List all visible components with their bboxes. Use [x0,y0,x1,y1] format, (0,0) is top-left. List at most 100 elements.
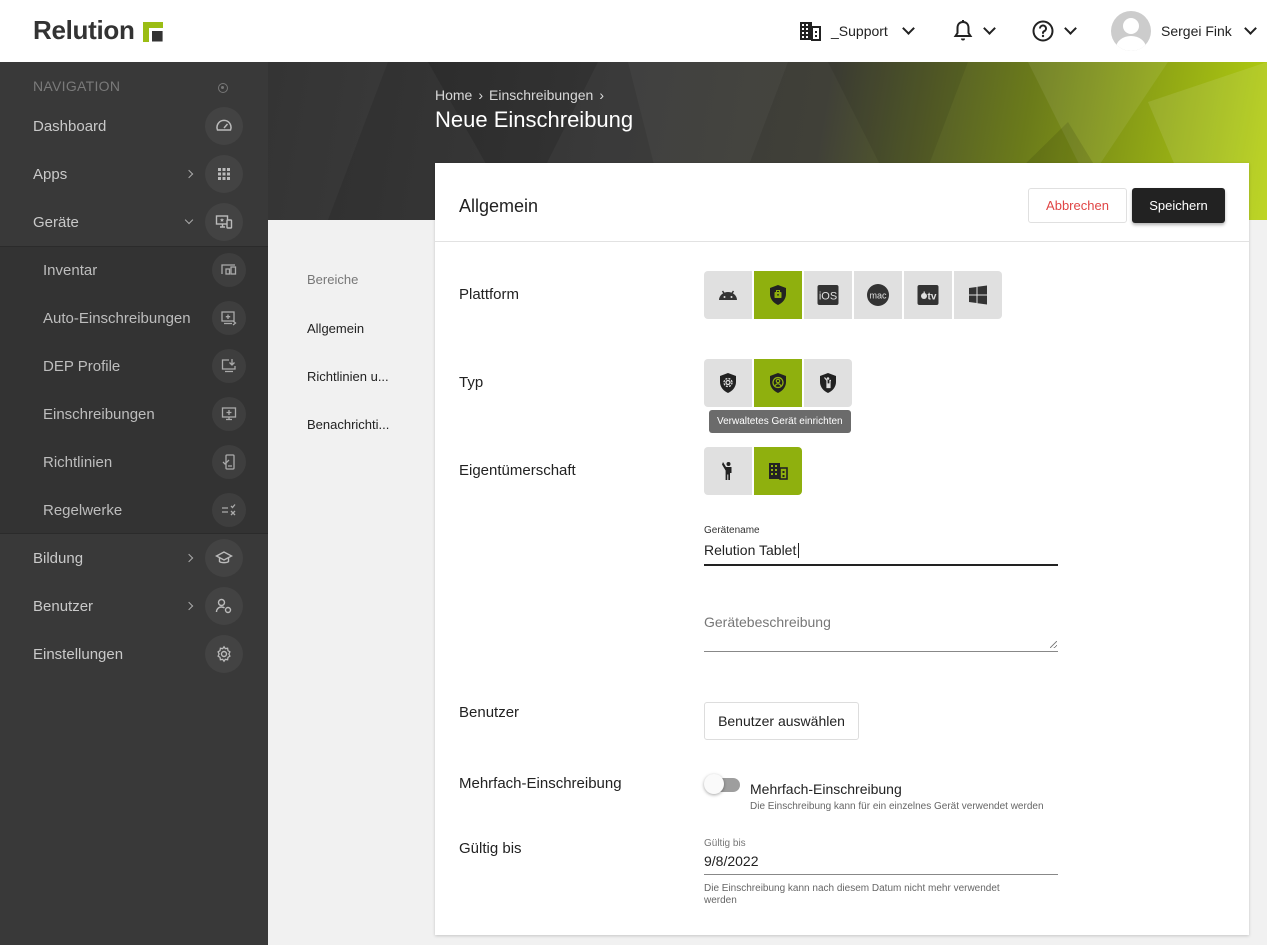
multi-enrollment-label: Mehrfach-Einschreibung [459,775,622,792]
sidebar-item-auto-enrollments[interactable]: Auto-Einschreibungen [0,294,268,342]
sidebar-item-label: Dashboard [33,117,107,135]
auto-enrollment-icon [212,301,246,335]
card-header: Allgemein Abbrechen Speichern [435,163,1249,242]
sidebar-item-users[interactable]: Benutzer [0,582,268,630]
policy-icon [212,445,246,479]
section-nav-item-policies[interactable]: Richtlinien u... [307,369,389,384]
user-menu[interactable]: Sergei Fink [1111,0,1257,62]
toggle-knob [704,774,724,794]
sidebar-item-policies[interactable]: Richtlinien [0,438,268,486]
chevron-down-icon [184,215,194,225]
shield-person-icon [820,373,836,393]
platform-option-windows[interactable] [954,271,1002,319]
svg-text:iOS: iOS [819,291,837,303]
sidebar-item-rulesets[interactable]: Regelwerke [0,486,268,534]
pin-sidebar-icon[interactable] [218,83,228,93]
macos-icon: mac [867,284,889,306]
shield-gear-icon [720,373,736,393]
section-nav-heading: Bereiche [307,272,359,287]
multi-enrollment-toggle[interactable] [704,774,740,794]
type-label: Typ [459,374,484,391]
sidebar-item-label: DEP Profile [43,357,121,375]
device-name-label: Gerätename [704,525,760,536]
ios-icon: iOS [817,285,839,305]
resize-handle-icon[interactable] [1050,641,1057,648]
breadcrumb: Home › Einschreibungen › [435,87,604,103]
valid-until-input[interactable]: 9/8/2022 [704,853,1058,875]
help-icon [1032,20,1054,42]
sidebar-item-devices[interactable]: Geräte [0,198,268,246]
sidebar-item-label: Bildung [33,549,84,567]
page-title: Neue Einschreibung [435,107,634,132]
sidebar-item-dep-profiles[interactable]: DEP Profile [0,342,268,390]
sidebar-item-label: Inventar [43,261,98,279]
section-nav-item-notifications[interactable]: Benachrichti... [307,417,389,432]
device-name-field[interactable]: Gerätename Relution Tablet [704,525,1058,566]
user-settings-icon [205,587,243,625]
notifications-menu[interactable] [953,0,996,62]
grid-icon [205,155,243,193]
multi-enrollment-hint: Die Einschreibung kann für ein einzelnes… [750,801,1044,812]
section-nav-item-general[interactable]: Allgemein [307,321,364,336]
ownership-label: Eigentümerschaft [459,462,576,479]
help-menu[interactable] [1032,0,1077,62]
sidebar-item-label: Apps [33,165,68,183]
sidebar-item-inventory[interactable]: Inventar [0,246,268,294]
sidebar: NAVIGATION Dashboard Apps Geräte Inventa… [0,62,268,945]
platform-label: Plattform [459,286,520,303]
select-user-button[interactable]: Benutzer auswählen [704,702,859,740]
valid-until-field[interactable]: Gültig bis 9/8/2022 [704,838,1058,875]
valid-until-label: Gültig bis [459,840,522,857]
type-selector [704,359,852,407]
type-option-work-profile[interactable] [804,359,852,407]
sidebar-item-label: Auto-Einschreibungen [43,309,191,327]
sidebar-item-enrollments[interactable]: Einschreibungen [0,390,268,438]
sidebar-item-education[interactable]: Bildung [0,534,268,582]
logo[interactable]: Relution [33,15,163,46]
enrollment-icon [212,397,246,431]
user-label: Benutzer [459,704,520,721]
platform-option-android-enterprise[interactable] [754,271,802,319]
multi-enrollment-toggle-label: Mehrfach-Einschreibung [750,781,902,797]
breadcrumb-home[interactable]: Home [435,87,472,103]
ownership-option-company[interactable] [754,447,802,495]
shield-user-icon [770,373,786,393]
svg-text:mac: mac [869,291,887,301]
tooltip: Verwaltetes Gerät einrichten [709,410,851,433]
speedometer-icon [205,107,243,145]
platform-option-macos[interactable]: mac [854,271,902,319]
chevron-right-icon [184,601,194,611]
sidebar-item-label: Benutzer [33,597,94,615]
chevron-right-icon [184,169,194,179]
type-option-device-settings[interactable] [704,359,752,407]
android-icon [719,290,737,300]
devices-icon [205,203,243,241]
chevron-right-icon: › [478,87,484,103]
device-name-value: Relution Tablet [704,542,797,558]
device-name-input[interactable]: Relution Tablet [704,542,1058,566]
platform-option-android[interactable] [704,271,752,319]
type-option-managed-device[interactable] [754,359,802,407]
sidebar-item-settings[interactable]: Einstellungen [0,630,268,678]
avatar [1111,11,1151,51]
chevron-down-icon [983,22,996,35]
windows-icon [969,285,987,305]
bell-icon [953,20,973,41]
sidebar-item-dashboard[interactable]: Dashboard [0,102,268,150]
platform-option-tvos[interactable]: tv [904,271,952,319]
sidebar-item-label: Richtlinien [43,453,113,471]
sidebar-item-apps[interactable]: Apps [0,150,268,198]
sidebar-item-label: Geräte [33,213,79,231]
building-icon [800,22,821,41]
device-description-textarea[interactable]: Gerätebeschreibung [704,605,1058,652]
gear-icon [205,635,243,673]
ownership-option-private[interactable] [704,447,752,495]
cancel-button[interactable]: Abbrechen [1028,188,1127,223]
chevron-right-icon [184,553,194,563]
breadcrumb-enrollments[interactable]: Einschreibungen [489,87,593,103]
save-button[interactable]: Speichern [1132,188,1225,223]
organization-switcher[interactable]: _Support [799,0,915,62]
android-enterprise-icon [770,285,786,305]
platform-option-ios[interactable]: iOS [804,271,852,319]
form-card: Allgemein Abbrechen Speichern Plattform … [435,163,1249,935]
